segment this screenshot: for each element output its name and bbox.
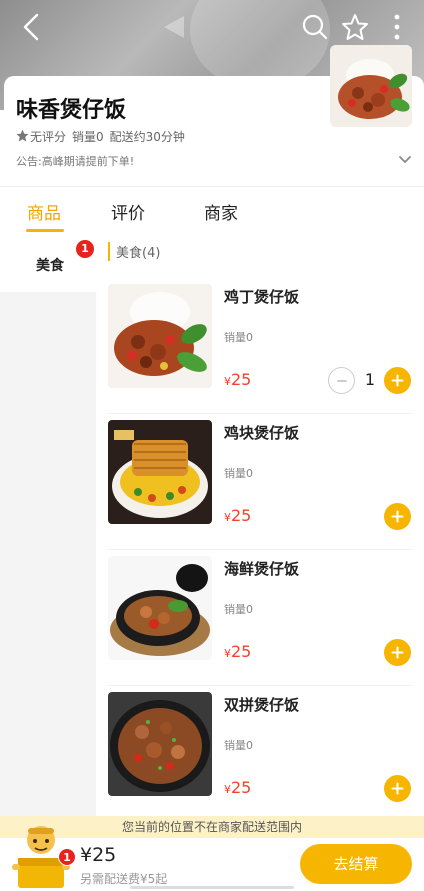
tab-merchant[interactable]: 商家 xyxy=(204,199,238,224)
tab-underline xyxy=(26,229,64,232)
product-price: ¥25 xyxy=(224,642,252,661)
home-indicator xyxy=(130,886,294,889)
minus-icon xyxy=(336,379,347,382)
product-sales: 销量0 xyxy=(224,603,253,616)
star-icon[interactable] xyxy=(338,10,372,44)
plus-icon xyxy=(391,646,404,659)
product-name: 双拼煲仔饭 xyxy=(224,696,300,714)
plus-icon xyxy=(391,374,404,387)
cart-bar: 1 ¥25 另需配送费¥5起 去结算 xyxy=(0,826,424,891)
more-icon[interactable] xyxy=(380,10,414,44)
add-button[interactable] xyxy=(384,503,411,530)
sales-text: 销量0 xyxy=(72,130,104,144)
category-title: 美食(4) xyxy=(108,242,160,261)
product-name: 鸡丁煲仔饭 xyxy=(224,288,300,306)
tab-goods[interactable]: 商品 xyxy=(27,199,61,224)
category-sidebar: 美食 1 xyxy=(0,236,96,816)
product-name: 海鲜煲仔饭 xyxy=(224,560,300,578)
cart-total: ¥25 xyxy=(80,844,117,866)
sidebar-item-badge: 1 xyxy=(76,240,94,258)
product-item[interactable]: 双拼煲仔饭 销量0 ¥25 xyxy=(108,686,412,822)
add-button[interactable] xyxy=(384,639,411,666)
shop-meta: 无评分 销量0 配送约30分钟 xyxy=(16,128,185,145)
product-sales: 销量0 xyxy=(224,739,253,752)
product-name: 鸡块煲仔饭 xyxy=(224,424,300,442)
chevron-down-icon[interactable] xyxy=(398,150,412,169)
add-button[interactable] xyxy=(384,775,411,802)
rating-star-icon xyxy=(16,129,29,145)
tab-bar: 商品 评价 商家 xyxy=(0,186,424,236)
quantity-value: 1 xyxy=(364,370,376,389)
product-sales: 销量0 xyxy=(224,331,253,344)
product-sales: 销量0 xyxy=(224,467,253,480)
shop-notice: 公告:高峰期请提前下单! xyxy=(16,155,135,168)
delivery-time: 配送约30分钟 xyxy=(109,130,185,144)
cart-count-badge: 1 xyxy=(58,848,76,866)
product-price: ¥25 xyxy=(224,506,252,525)
back-icon[interactable] xyxy=(14,10,48,44)
product-image xyxy=(108,284,212,388)
plus-icon xyxy=(391,510,404,523)
shop-page: 味香煲仔饭 无评分 销量0 配送约30分钟 公告:高峰期请提前下单! 商品 评价 xyxy=(0,0,424,891)
product-item[interactable]: 鸡丁煲仔饭 销量0 ¥25 1 xyxy=(108,278,412,414)
product-item[interactable]: 鸡块煲仔饭 销量0 ¥25 xyxy=(108,414,412,550)
sidebar-item-label: 美食 xyxy=(36,258,64,274)
sidebar-item-food[interactable]: 美食 1 xyxy=(0,236,96,292)
shop-logo xyxy=(330,45,412,127)
minus-button[interactable] xyxy=(328,367,355,394)
shop-name: 味香煲仔饭 xyxy=(16,98,127,123)
checkout-button[interactable]: 去结算 xyxy=(300,844,412,884)
product-image xyxy=(108,556,212,660)
add-button[interactable] xyxy=(384,367,411,394)
search-icon[interactable] xyxy=(298,10,332,44)
product-price: ¥25 xyxy=(224,778,252,797)
product-image xyxy=(108,692,212,796)
rating-text: 无评分 xyxy=(30,130,67,144)
product-item[interactable]: 海鲜煲仔饭 销量0 ¥25 xyxy=(108,550,412,686)
product-price: ¥25 xyxy=(224,370,252,389)
delivery-fee-hint: 另需配送费¥5起 xyxy=(80,872,168,886)
plus-icon xyxy=(391,782,404,795)
product-image xyxy=(108,420,212,524)
tab-reviews[interactable]: 评价 xyxy=(111,199,145,224)
product-list: 美食(4) 鸡丁煲仔饭 销量0 ¥25 1 鸡块煲仔饭 销量0 ¥25 海鲜煲仔… xyxy=(96,236,424,822)
